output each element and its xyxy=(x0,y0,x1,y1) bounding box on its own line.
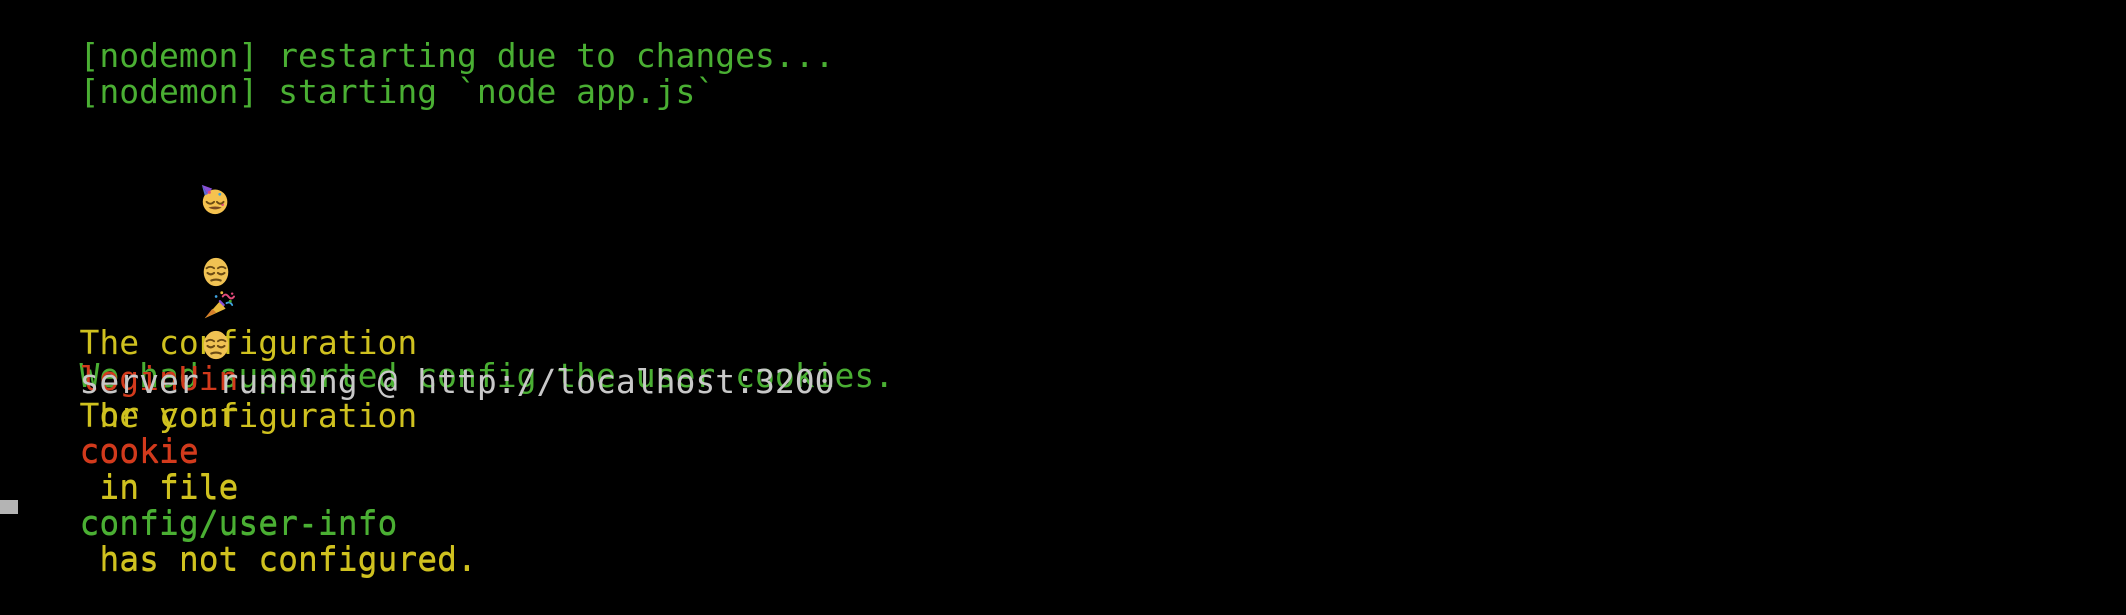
warn-cookie-text-2: in file xyxy=(79,468,259,507)
pensive-face-icon xyxy=(79,219,228,287)
warn-cookie-file-path: config/user-info xyxy=(79,504,398,543)
warn-cookie-text-3: has not configured. xyxy=(79,540,477,579)
partying-face-icon xyxy=(79,146,228,215)
warn-cookie-key-cookie: cookie xyxy=(79,432,199,471)
terminal-cursor xyxy=(0,500,18,514)
server-running-text: server running @ http://localhost:3200 xyxy=(79,362,835,401)
nodemon-start-text: [nodemon] starting `node app.js` xyxy=(79,72,716,111)
server-running-line: server running @ http://localhost:3200 xyxy=(0,328,834,436)
pensive-face-icon xyxy=(79,292,228,360)
terminal-output-pane[interactable]: [nodemon] restarting due to changes... [… xyxy=(0,0,2126,578)
